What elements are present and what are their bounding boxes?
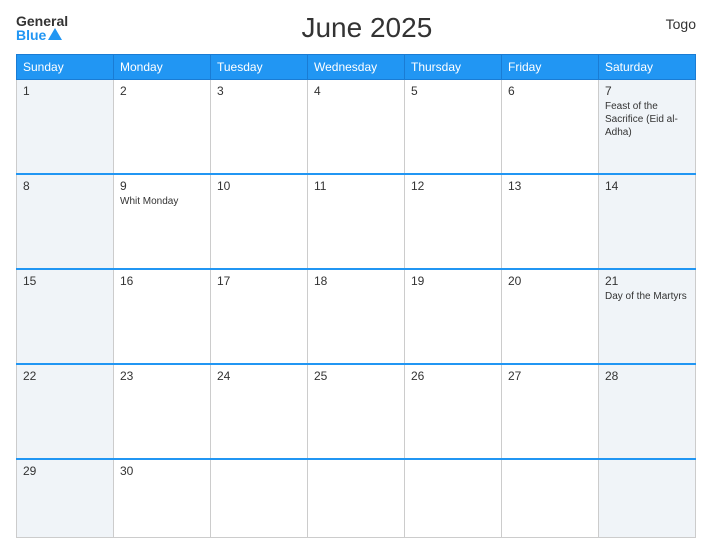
- day-number: 3: [217, 84, 301, 98]
- day-number: 28: [605, 369, 689, 383]
- calendar-title: June 2025: [68, 12, 666, 44]
- calendar-week-row: 29 30: [17, 459, 696, 538]
- calendar-day-cell: [405, 459, 502, 538]
- logo-general-text: General: [16, 14, 68, 28]
- day-number: 9: [120, 179, 204, 193]
- day-number: 30: [120, 464, 204, 478]
- day-number: 7: [605, 84, 689, 98]
- calendar-day-cell: 28: [599, 364, 696, 459]
- day-number: 5: [411, 84, 495, 98]
- calendar-week-row: 15 16 17 18 19 20 21 Day of the Martyrs: [17, 269, 696, 364]
- event-label: Feast of the Sacrifice (Eid al-Adha): [605, 100, 689, 139]
- day-number: 29: [23, 464, 107, 478]
- col-header-sunday: Sunday: [17, 55, 114, 80]
- calendar-day-cell: 12: [405, 174, 502, 269]
- day-number: 24: [217, 369, 301, 383]
- col-header-monday: Monday: [114, 55, 211, 80]
- calendar-day-cell: 1: [17, 80, 114, 175]
- calendar-day-cell: 14: [599, 174, 696, 269]
- day-number: 10: [217, 179, 301, 193]
- col-header-tuesday: Tuesday: [211, 55, 308, 80]
- day-number: 22: [23, 369, 107, 383]
- col-header-wednesday: Wednesday: [308, 55, 405, 80]
- col-header-saturday: Saturday: [599, 55, 696, 80]
- calendar-day-cell: [211, 459, 308, 538]
- day-number: 12: [411, 179, 495, 193]
- calendar-table: Sunday Monday Tuesday Wednesday Thursday…: [16, 54, 696, 538]
- day-number: 11: [314, 179, 398, 193]
- header: General Blue June 2025 Togo: [16, 12, 696, 44]
- calendar-day-cell: [502, 459, 599, 538]
- calendar-day-cell: 22: [17, 364, 114, 459]
- event-label: Whit Monday: [120, 195, 204, 208]
- day-number: 6: [508, 84, 592, 98]
- calendar-day-cell: 17: [211, 269, 308, 364]
- day-number: 16: [120, 274, 204, 288]
- calendar-day-cell: 4: [308, 80, 405, 175]
- calendar-day-cell: 23: [114, 364, 211, 459]
- col-header-friday: Friday: [502, 55, 599, 80]
- day-number: 15: [23, 274, 107, 288]
- calendar-body: 1234567Feast of the Sacrifice (Eid al-Ad…: [17, 80, 696, 538]
- calendar-day-cell: 18: [308, 269, 405, 364]
- day-number: 25: [314, 369, 398, 383]
- day-number: 2: [120, 84, 204, 98]
- country-label: Togo: [666, 12, 696, 32]
- calendar-day-cell: 11: [308, 174, 405, 269]
- calendar-day-cell: 2: [114, 80, 211, 175]
- calendar-day-cell: 19: [405, 269, 502, 364]
- logo: General Blue: [16, 14, 68, 42]
- calendar-day-cell: 16: [114, 269, 211, 364]
- calendar-day-cell: 27: [502, 364, 599, 459]
- calendar-day-cell: 20: [502, 269, 599, 364]
- event-label: Day of the Martyrs: [605, 290, 689, 303]
- day-number: 13: [508, 179, 592, 193]
- calendar-day-cell: 21 Day of the Martyrs: [599, 269, 696, 364]
- calendar-day-cell: 26: [405, 364, 502, 459]
- day-number: 21: [605, 274, 689, 288]
- calendar-day-cell: 30: [114, 459, 211, 538]
- day-number: 1: [23, 84, 107, 98]
- calendar-week-row: 1234567 Feast of the Sacrifice (Eid al-Ad…: [17, 80, 696, 175]
- day-number: 4: [314, 84, 398, 98]
- day-number: 27: [508, 369, 592, 383]
- calendar-day-cell: 9 Whit Monday: [114, 174, 211, 269]
- page: General Blue June 2025 Togo Sunday Monda…: [0, 0, 712, 550]
- calendar-day-cell: 8: [17, 174, 114, 269]
- day-number: 19: [411, 274, 495, 288]
- day-number: 26: [411, 369, 495, 383]
- calendar-day-cell: [308, 459, 405, 538]
- day-number: 18: [314, 274, 398, 288]
- calendar-day-cell: 10: [211, 174, 308, 269]
- calendar-day-cell: 13: [502, 174, 599, 269]
- calendar-header: Sunday Monday Tuesday Wednesday Thursday…: [17, 55, 696, 80]
- day-number: 14: [605, 179, 689, 193]
- calendar-day-cell: [599, 459, 696, 538]
- day-headers-row: Sunday Monday Tuesday Wednesday Thursday…: [17, 55, 696, 80]
- day-number: 8: [23, 179, 107, 193]
- calendar-week-row: 89 Whit Monday 10 11 12 13 14: [17, 174, 696, 269]
- calendar-day-cell: 5: [405, 80, 502, 175]
- day-number: 17: [217, 274, 301, 288]
- day-number: 20: [508, 274, 592, 288]
- calendar-day-cell: 29: [17, 459, 114, 538]
- logo-blue-text: Blue: [16, 28, 68, 42]
- logo-triangle-icon: [48, 28, 62, 40]
- calendar-day-cell: 3: [211, 80, 308, 175]
- col-header-thursday: Thursday: [405, 55, 502, 80]
- calendar-day-cell: 7 Feast of the Sacrifice (Eid al-Adha): [599, 80, 696, 175]
- calendar-day-cell: 25: [308, 364, 405, 459]
- day-number: 23: [120, 369, 204, 383]
- calendar-day-cell: 15: [17, 269, 114, 364]
- calendar-day-cell: 24: [211, 364, 308, 459]
- calendar-week-row: 22 23 24 25 26 27 28: [17, 364, 696, 459]
- calendar-day-cell: 6: [502, 80, 599, 175]
